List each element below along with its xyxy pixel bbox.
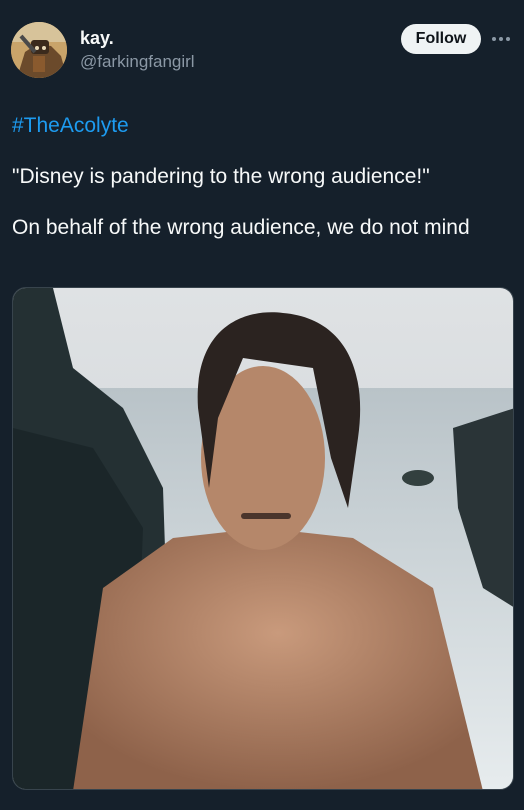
hashtag-link[interactable]: #TheAcolyte [12,112,512,140]
tweet-text: #TheAcolyte "Disney is pandering to the … [12,112,512,242]
tweet-photo[interactable] [12,287,514,790]
tweet-quote-line: "Disney is pandering to the wrong audien… [12,165,430,188]
tweet-response-line: On behalf of the wrong audience, we do n… [12,216,470,239]
more-icon[interactable] [488,26,514,52]
display-name[interactable]: kay. [80,28,114,48]
user-handle[interactable]: @farkingfangirl [80,52,195,72]
avatar-illustration [11,22,67,78]
follow-button[interactable]: Follow [401,24,481,54]
photo-illustration [13,288,513,789]
avatar[interactable] [11,22,67,78]
tweet-header: kay. @farkingfangirl Follow [0,0,524,90]
ellipsis-icon [492,37,510,41]
